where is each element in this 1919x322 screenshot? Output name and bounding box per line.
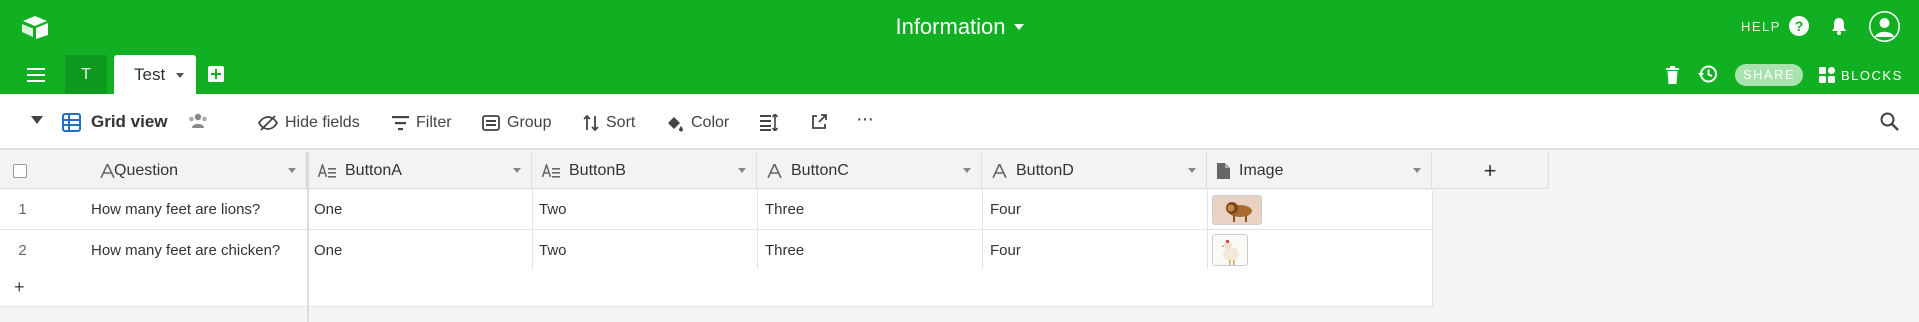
chevron-down-icon[interactable] bbox=[288, 168, 296, 173]
select-all-checkbox[interactable] bbox=[13, 164, 27, 178]
sort-label: Sort bbox=[606, 114, 636, 131]
view-name[interactable]: Grid view bbox=[91, 112, 168, 132]
help-icon[interactable]: ? bbox=[1789, 16, 1809, 36]
add-table-icon[interactable] bbox=[208, 66, 224, 82]
image-thumbnail-chicken[interactable] bbox=[1212, 234, 1248, 266]
chevron-down-icon[interactable] bbox=[1188, 168, 1196, 173]
tab-table-test[interactable]: Test bbox=[114, 55, 196, 94]
chevron-down-icon[interactable] bbox=[513, 168, 521, 173]
trash-icon[interactable] bbox=[1665, 66, 1680, 84]
add-column-button[interactable]: + bbox=[1432, 152, 1549, 189]
image-thumbnail-lion[interactable] bbox=[1212, 195, 1262, 225]
text-icon bbox=[100, 164, 115, 178]
collaborators-icon[interactable] bbox=[188, 113, 208, 129]
filter-icon bbox=[392, 116, 409, 131]
history-icon[interactable] bbox=[1698, 64, 1718, 84]
cell-buttonc[interactable]: Three bbox=[765, 242, 804, 259]
long-text-icon bbox=[542, 163, 560, 178]
text-icon bbox=[992, 163, 1007, 178]
chevron-down-icon[interactable] bbox=[1413, 168, 1421, 173]
data-grid: Question ButtonA ButtonB ButtonC ButtonD… bbox=[0, 152, 1919, 322]
cell-buttonb[interactable]: Two bbox=[539, 201, 567, 218]
cell-buttonb[interactable]: Two bbox=[539, 242, 567, 259]
grid-view-icon bbox=[62, 113, 81, 132]
chevron-down-icon[interactable] bbox=[963, 168, 971, 173]
blocks-button[interactable]: BLOCKS bbox=[1841, 68, 1903, 83]
column-header-buttond[interactable]: ButtonD bbox=[982, 152, 1207, 189]
color-button[interactable]: Color bbox=[666, 113, 729, 133]
cell-question[interactable]: How many feet are lions? bbox=[91, 201, 260, 218]
column-divider bbox=[1432, 190, 1433, 307]
share-view-icon[interactable] bbox=[811, 114, 827, 130]
column-divider bbox=[982, 190, 983, 270]
column-divider bbox=[532, 190, 533, 270]
tab-label: Test bbox=[134, 65, 166, 84]
avatar[interactable] bbox=[1869, 11, 1900, 42]
column-name: ButtonC bbox=[791, 161, 849, 179]
column-name: Question bbox=[114, 162, 179, 179]
column-name: ButtonB bbox=[569, 161, 626, 179]
views-sidebar-toggle-icon[interactable] bbox=[31, 116, 43, 124]
hide-fields-label: Hide fields bbox=[285, 114, 360, 131]
group-label: Group bbox=[507, 114, 552, 131]
filter-label: Filter bbox=[416, 114, 452, 131]
group-button[interactable]: Group bbox=[482, 113, 551, 133]
add-row[interactable]: + bbox=[0, 269, 1432, 307]
column-header-buttonb[interactable]: ButtonB bbox=[532, 152, 757, 189]
row-number: 1 bbox=[18, 201, 27, 218]
group-icon bbox=[482, 115, 500, 131]
column-header-question[interactable]: Question bbox=[0, 152, 308, 189]
column-header-buttonc[interactable]: ButtonC bbox=[757, 152, 982, 189]
column-name: ButtonA bbox=[345, 161, 402, 179]
table-row[interactable]: 2 How many feet are chicken? One Two Thr… bbox=[0, 230, 1432, 270]
menu-icon[interactable] bbox=[27, 68, 45, 82]
column-divider bbox=[757, 190, 758, 270]
base-title[interactable]: Information bbox=[0, 14, 1919, 40]
share-button[interactable]: SHARE bbox=[1735, 64, 1803, 86]
attachment-icon bbox=[1217, 162, 1230, 179]
chevron-down-icon[interactable] bbox=[738, 168, 746, 173]
base-title-label: Information bbox=[895, 14, 1006, 39]
cell-buttonc[interactable]: Three bbox=[765, 201, 804, 218]
text-icon bbox=[767, 163, 782, 178]
sort-icon bbox=[583, 115, 599, 131]
cell-buttona[interactable]: One bbox=[314, 201, 342, 218]
column-name: ButtonD bbox=[1016, 161, 1074, 179]
cell-buttond[interactable]: Four bbox=[990, 201, 1021, 218]
app-header: Information HELP ? T Test SHARE BLOCKS bbox=[0, 0, 1919, 94]
column-header-buttona[interactable]: ButtonA bbox=[308, 152, 532, 189]
filter-button[interactable]: Filter bbox=[392, 113, 452, 133]
chicken-image bbox=[1213, 235, 1247, 265]
frozen-column-divider[interactable] bbox=[307, 152, 309, 322]
blocks-icon[interactable] bbox=[1819, 67, 1835, 83]
search-icon[interactable] bbox=[1880, 112, 1899, 131]
cell-buttond[interactable]: Four bbox=[990, 242, 1021, 259]
paint-bucket-icon bbox=[668, 116, 683, 131]
grid-header-row: Question ButtonA ButtonB ButtonC ButtonD… bbox=[0, 152, 1549, 189]
long-text-icon bbox=[318, 163, 336, 178]
add-row-button[interactable]: + bbox=[14, 277, 25, 298]
row-height-icon[interactable] bbox=[760, 114, 778, 131]
sort-button[interactable]: Sort bbox=[583, 113, 635, 133]
eye-slash-icon bbox=[258, 115, 278, 131]
help-link[interactable]: HELP bbox=[1741, 19, 1781, 34]
row-number: 2 bbox=[18, 242, 27, 259]
hide-fields-button[interactable]: Hide fields bbox=[258, 113, 360, 133]
column-name: Image bbox=[1239, 161, 1284, 179]
column-header-image[interactable]: Image bbox=[1207, 152, 1432, 189]
user-icon bbox=[1870, 12, 1899, 41]
lion-image bbox=[1213, 196, 1261, 224]
cell-buttona[interactable]: One bbox=[314, 242, 342, 259]
more-options-icon[interactable]: ··· bbox=[856, 108, 874, 131]
cell-question[interactable]: How many feet are chicken? bbox=[91, 242, 280, 259]
view-toolbar: Grid view Hide fields Filter Group Sort … bbox=[0, 94, 1919, 150]
bell-icon[interactable] bbox=[1829, 16, 1849, 36]
tab-table-t[interactable]: T bbox=[65, 55, 107, 94]
color-label: Color bbox=[691, 114, 730, 131]
chevron-down-icon[interactable] bbox=[176, 73, 184, 78]
column-divider bbox=[1207, 190, 1208, 270]
table-row[interactable]: 1 How many feet are lions? One Two Three… bbox=[0, 190, 1432, 230]
chevron-down-icon bbox=[1013, 23, 1024, 30]
